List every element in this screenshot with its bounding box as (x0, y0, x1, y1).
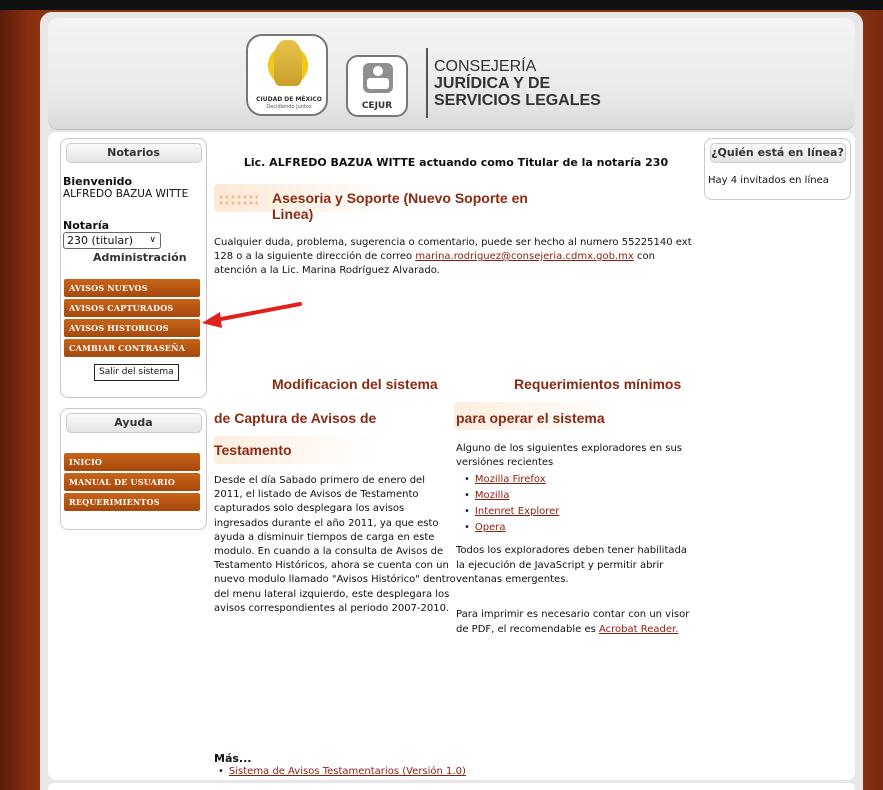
site-title-line2: JURÍDICA Y DE (434, 75, 551, 92)
online-panel-title: ¿Quién está en línea? (709, 143, 846, 163)
online-panel: ¿Quién está en línea? Hay 4 invitados en… (704, 138, 851, 200)
more-label: Más... (214, 752, 252, 765)
notaria-label: Notaría (63, 219, 110, 232)
notarios-panel: Notarios Bienvenido ALFREDO BAZUA WITTE … (60, 138, 207, 398)
browser-link-firefox[interactable]: Mozilla Firefox (475, 474, 546, 485)
browser-link-opera[interactable]: Opera (475, 522, 506, 533)
req-title-1: Requerimientos mínimos (514, 376, 682, 392)
welcome-label: Bienvenido (63, 175, 133, 188)
page-container: CIUDAD DE MÉXICO Decidiendo Juntos CEJUR… (40, 12, 863, 790)
cejur-label: CEJUR (361, 101, 393, 111)
footer-strip (48, 783, 855, 790)
document-person-icon (363, 63, 393, 93)
req-intro: Alguno de los siguientes exploradores en… (456, 443, 683, 468)
more-list: Sistema de Avisos Testamentarios (Versió… (218, 766, 466, 777)
browser-link-mozilla[interactable]: Mozilla (475, 490, 509, 501)
online-text: Hay 4 invitados en línea (708, 175, 829, 186)
req-pdf-text: Para imprimir es necesario contar con un… (456, 608, 696, 637)
notarios-panel-title: Notarios (65, 143, 202, 163)
notaria-select-value: 230 (titular) (67, 234, 134, 247)
list-item: Opera (464, 520, 559, 536)
support-text: Cualquier duda, problema, sugerencia o c… (214, 236, 698, 278)
angel-icon (274, 40, 302, 86)
main-content-area: Notarios Bienvenido ALFREDO BAZUA WITTE … (48, 132, 855, 780)
dots-decoration (218, 194, 258, 206)
chevron-down-icon: ∨ (149, 235, 156, 245)
ayuda-panel-title: Ayuda (65, 413, 202, 433)
site-header: CIUDAD DE MÉXICO Decidiendo Juntos CEJUR… (48, 18, 855, 130)
menu-avisos-historicos[interactable]: AVISOS HISTORICOS (64, 319, 200, 337)
notaria-select[interactable]: 230 (titular) ∨ (63, 232, 161, 249)
browser-list: Mozilla Firefox Mozilla Intenret Explore… (464, 472, 559, 536)
page-heading: Lic. ALFREDO BAZUA WITTE actuando como T… (243, 156, 669, 169)
mod-title-2: de Captura de Avisos de (214, 410, 377, 426)
cdmx-logo-title: CIUDAD DE MÉXICO (256, 96, 322, 103)
menu-avisos-nuevos[interactable]: AVISOS NUEVOS (64, 279, 200, 297)
annotation-arrow-icon (202, 302, 302, 328)
avisos-v1-link[interactable]: Sistema de Avisos Testamentarios (Versió… (229, 766, 466, 777)
ayuda-panel: Ayuda INICIO MANUAL DE USUARIO REQUERIMI… (60, 408, 207, 530)
mod-title-3: Testamento (214, 442, 292, 458)
menu-cambiar-contrasena[interactable]: CAMBIAR CONTRASEÑA (64, 339, 200, 357)
mod-text: Desde el día Sabado primero de enero del… (214, 475, 456, 614)
menu-inicio[interactable]: INICIO (64, 453, 200, 471)
mod-title-bar: Testamento (214, 436, 444, 464)
list-item: Mozilla (464, 488, 559, 504)
admin-label: Administración (93, 251, 187, 264)
browser-top-strip (0, 0, 883, 10)
logout-button[interactable]: Salir del sistema (94, 364, 179, 381)
support-title: Asesoria y Soporte (Nuevo Soporte en Lin… (272, 190, 528, 222)
site-title-line1: CONSEJERÍA (434, 58, 537, 75)
list-item: Intenret Explorer (464, 504, 559, 520)
menu-requerimientos[interactable]: REQUERIMIENTOS (64, 493, 200, 511)
cejur-logo: CEJUR (346, 55, 408, 117)
req-title-2: para operar el sistema (456, 410, 605, 426)
admin-menu: AVISOS NUEVOS AVISOS CAPTURADOS AVISOS H… (61, 279, 200, 359)
browser-link-ie[interactable]: Intenret Explorer (475, 506, 559, 517)
site-title: CONSEJERÍA JURÍDICA Y DE SERVICIOS LEGAL… (434, 58, 634, 109)
cdmx-logo-subtitle: Decidiendo Juntos (266, 104, 312, 110)
req-title-bar: para operar el sistema (454, 402, 694, 430)
menu-avisos-capturados[interactable]: AVISOS CAPTURADOS (64, 299, 200, 317)
acrobat-reader-link[interactable]: Acrobat Reader. (599, 624, 678, 635)
req-js-text: Todos los exploradores deben tener habil… (456, 545, 687, 585)
header-divider (426, 48, 428, 118)
list-item: Sistema de Avisos Testamentarios (Versió… (218, 766, 466, 777)
user-name: ALFREDO BAZUA WITTE (63, 188, 189, 200)
support-title-bar: Asesoria y Soporte (Nuevo Soporte en Lin… (214, 184, 544, 222)
site-title-line3: SERVICIOS LEGALES (434, 92, 601, 109)
help-menu: INICIO MANUAL DE USUARIO REQUERIMIENTOS (61, 453, 200, 513)
mod-title-1: Modificacion del sistema (272, 376, 438, 392)
cdmx-logo: CIUDAD DE MÉXICO Decidiendo Juntos (246, 34, 328, 116)
menu-manual-usuario[interactable]: MANUAL DE USUARIO (64, 473, 200, 491)
support-email-link[interactable]: marina.rodriguez@consejeria.cdmx.gob.mx (415, 251, 634, 262)
list-item: Mozilla Firefox (464, 472, 559, 488)
